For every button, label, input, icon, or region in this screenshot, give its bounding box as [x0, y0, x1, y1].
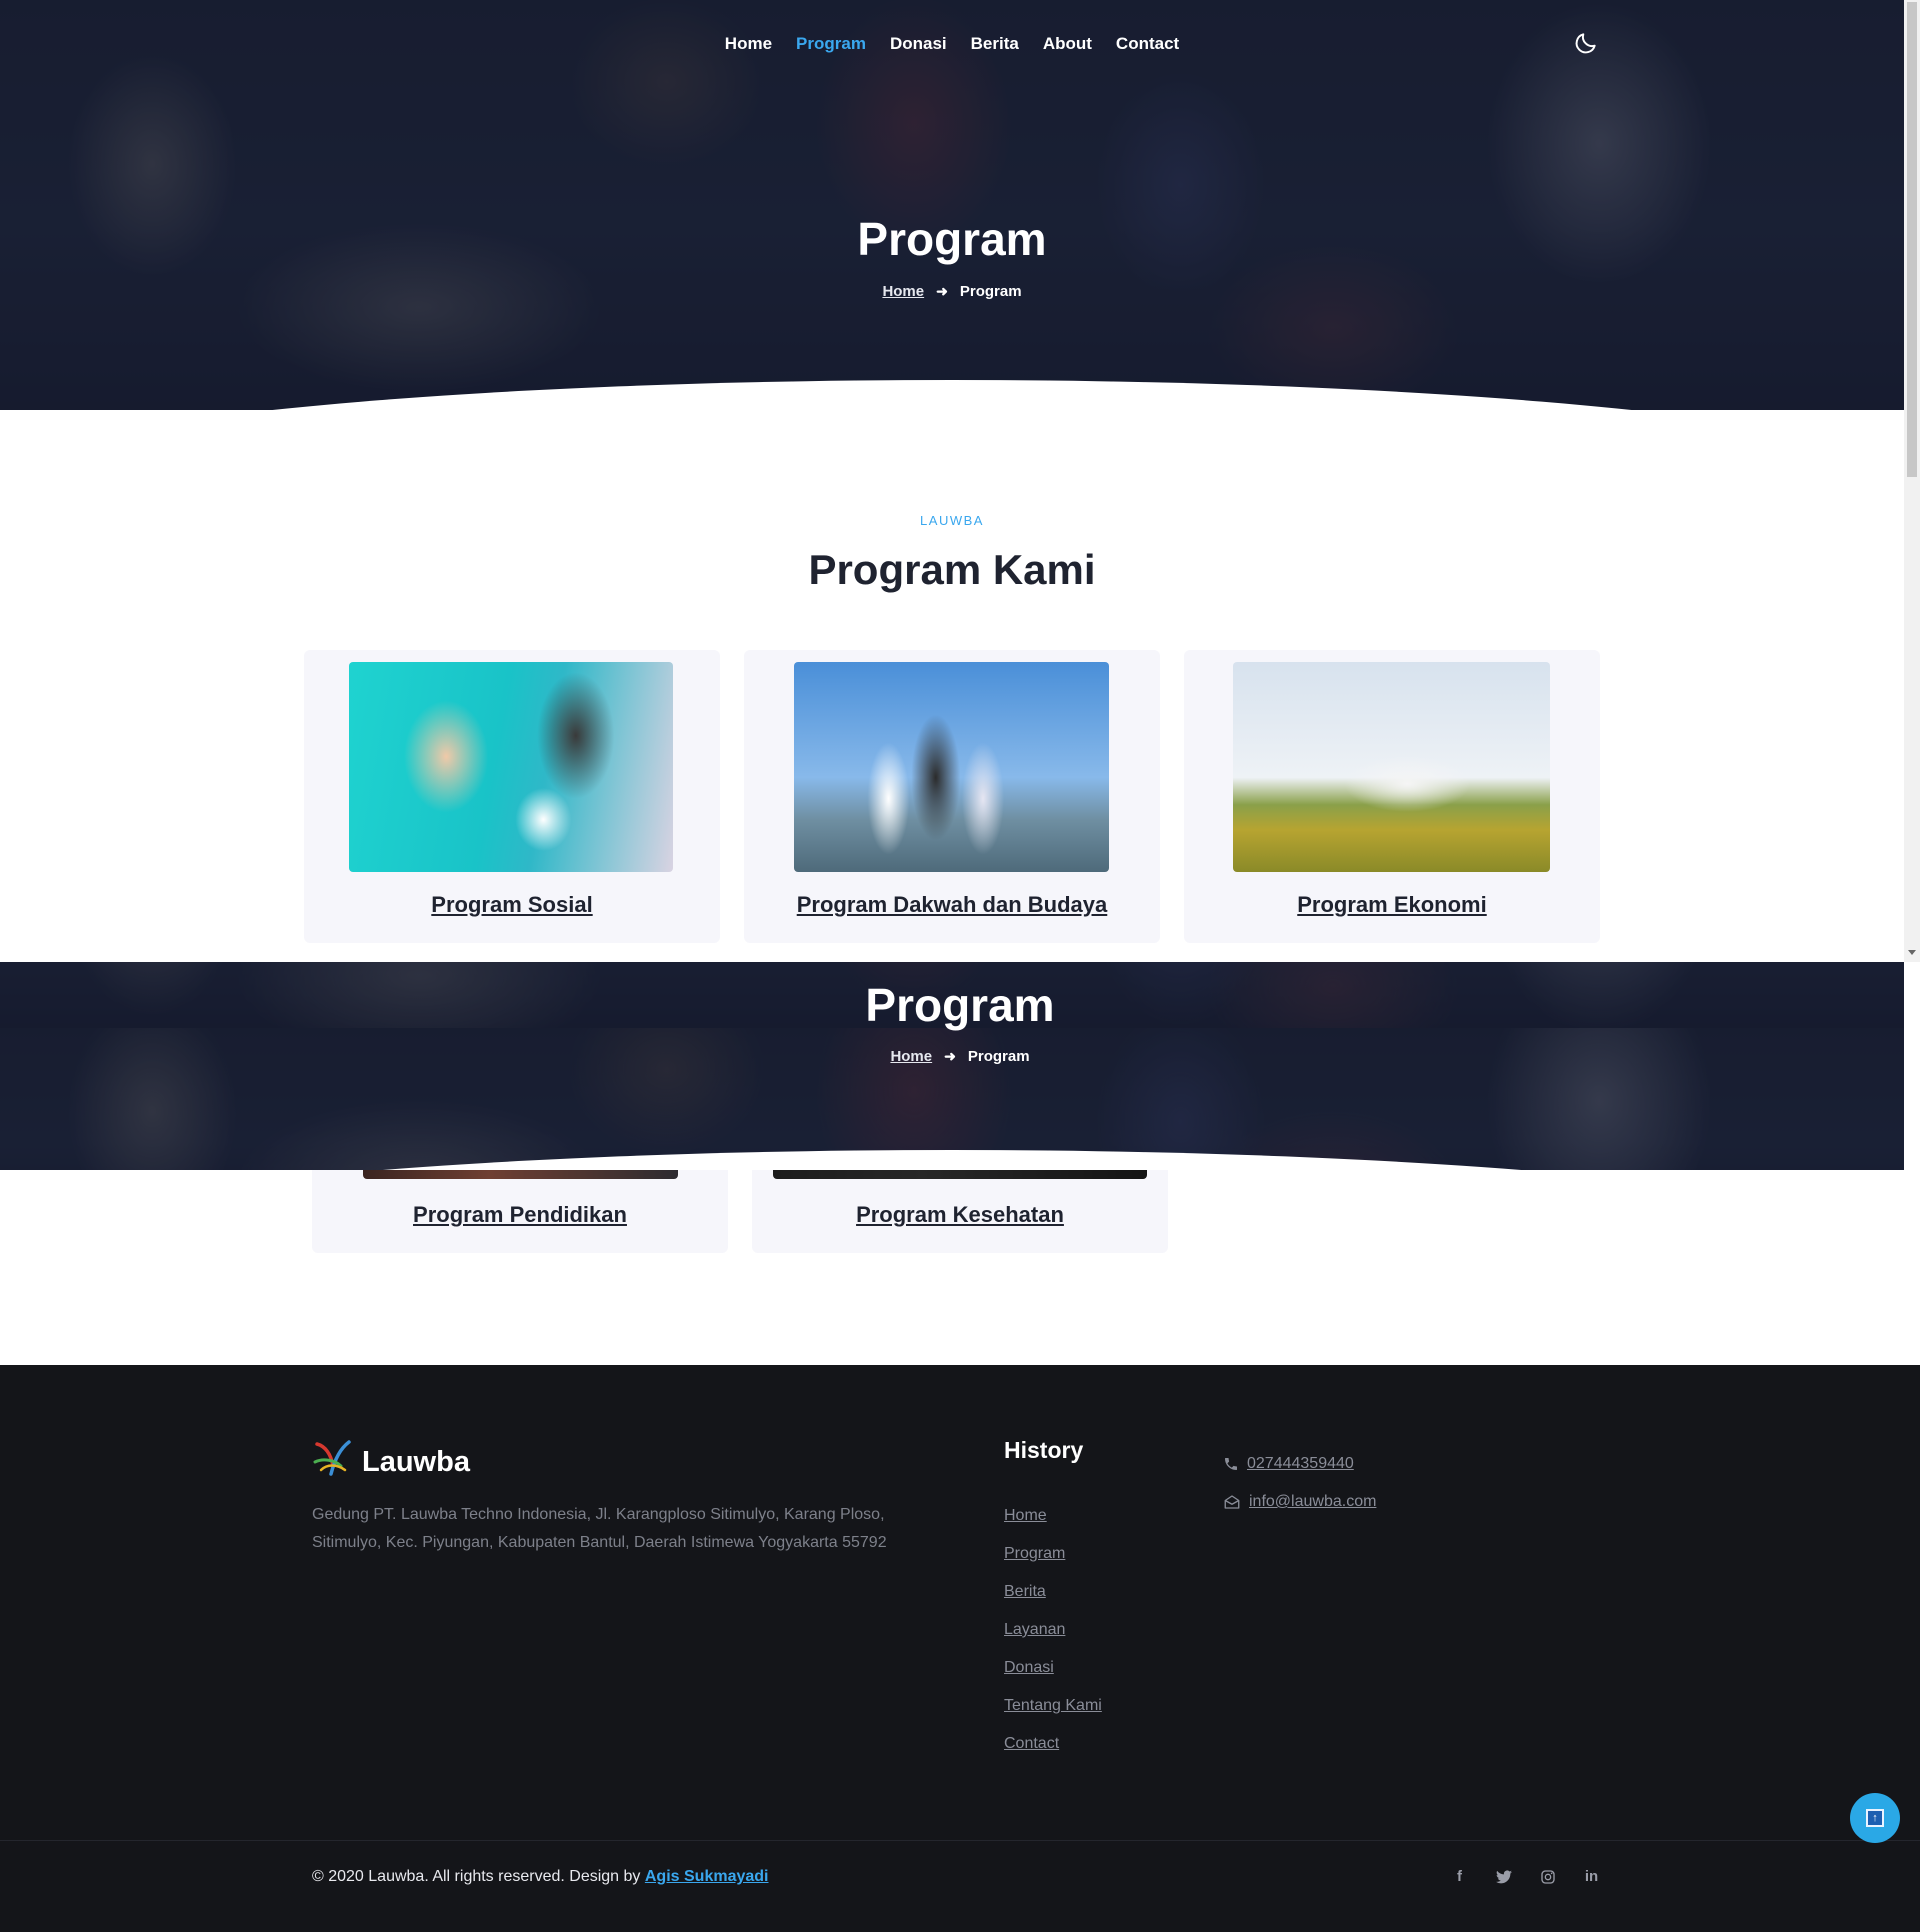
breadcrumb-home-link[interactable]: Home: [882, 283, 924, 300]
program-image[interactable]: [1233, 662, 1550, 872]
footer-divider: [0, 1840, 1920, 1841]
program-card-ekonomi[interactable]: Program Ekonomi: [1184, 650, 1600, 943]
instagram-icon[interactable]: [1537, 1866, 1558, 1887]
nav-berita[interactable]: Berita: [971, 34, 1019, 54]
arrow-right-icon: ➜: [936, 283, 948, 299]
footer-link-contact[interactable]: Contact: [1004, 1725, 1102, 1763]
main-nav: Home Program Donasi Berita About Contact: [0, 34, 1904, 54]
site-footer: [0, 1365, 1920, 1932]
page-scrollbar[interactable]: [1904, 0, 1920, 962]
copyright: © 2020 Lauwba. All rights reserved. Desi…: [312, 1868, 769, 1885]
footer-link-tentang-kami[interactable]: Tentang Kami: [1004, 1687, 1102, 1725]
page-title: Program: [857, 213, 1047, 265]
footer-link-home[interactable]: Home: [1004, 1497, 1102, 1535]
footer-brand[interactable]: Lauwba: [362, 1446, 470, 1479]
envelope-open-icon: [1224, 1495, 1240, 1509]
program-title-link[interactable]: Program Pendidikan: [312, 1202, 728, 1228]
breadcrumb-home-link[interactable]: Home: [890, 1048, 932, 1065]
social-links: f in: [1449, 1866, 1602, 1887]
program-title-link[interactable]: Program Kesehatan: [752, 1202, 1168, 1228]
designer-link[interactable]: Agis Sukmayadi: [645, 1868, 769, 1885]
facebook-icon[interactable]: f: [1449, 1866, 1470, 1887]
program-card-dakwah[interactable]: Program Dakwah dan Budaya: [744, 650, 1160, 943]
footer-link-donasi[interactable]: Donasi: [1004, 1649, 1102, 1687]
footer-link-layanan[interactable]: Layanan: [1004, 1611, 1102, 1649]
nav-home[interactable]: Home: [725, 34, 772, 54]
breadcrumb-current: Program: [959, 283, 1022, 300]
section-eyebrow: LAUWBA: [920, 513, 984, 528]
footer-email[interactable]: info@lauwba.com: [1223, 1493, 1376, 1511]
lauwba-logo-icon: [313, 1440, 351, 1476]
back-to-top-button[interactable]: ↑: [1850, 1793, 1900, 1843]
nav-about[interactable]: About: [1043, 34, 1092, 54]
program-card-sosial[interactable]: Program Sosial: [304, 650, 720, 943]
program-image[interactable]: [349, 662, 673, 872]
breadcrumb: Home ➜ Program: [8, 1048, 1904, 1065]
nav-contact[interactable]: Contact: [1116, 34, 1179, 54]
linkedin-icon[interactable]: in: [1581, 1866, 1602, 1887]
page-hero: Home Program Donasi Berita About Contact…: [0, 0, 1904, 410]
footer-phone[interactable]: 027444359440: [1223, 1455, 1354, 1473]
nav-donasi[interactable]: Donasi: [890, 34, 947, 54]
program-image[interactable]: [794, 662, 1109, 872]
nav-program[interactable]: Program: [796, 34, 866, 54]
program-title-link[interactable]: Program Dakwah dan Budaya: [744, 892, 1160, 918]
footer-links: Home Program Berita Layanan Donasi Tenta…: [1004, 1497, 1102, 1763]
page-title: Program: [865, 979, 1055, 1031]
sticky-hero: Program Home ➜ Program: [0, 962, 1904, 1170]
program-title-link[interactable]: Program Sosial: [304, 892, 720, 918]
phone-icon: [1225, 1458, 1237, 1470]
program-title-link[interactable]: Program Ekonomi: [1184, 892, 1600, 918]
scrollbar-thumb[interactable]: [1907, 2, 1917, 477]
arrow-right-icon: ➜: [944, 1048, 956, 1064]
breadcrumb: Home ➜ Program: [0, 283, 1904, 300]
scroll-down-icon[interactable]: [1908, 950, 1916, 955]
footer-links-heading: History: [1004, 1437, 1084, 1463]
footer-address: Gedung PT. Lauwba Techno Indonesia, Jl. …: [312, 1506, 887, 1551]
breadcrumb-current: Program: [967, 1048, 1030, 1065]
footer-link-program[interactable]: Program: [1004, 1535, 1102, 1573]
section-title: Program Kami: [808, 546, 1096, 593]
twitter-icon[interactable]: [1493, 1866, 1514, 1887]
arrow-up-icon: ↑: [1866, 1809, 1884, 1827]
moon-icon[interactable]: [1573, 30, 1599, 56]
footer-link-berita[interactable]: Berita: [1004, 1573, 1102, 1611]
